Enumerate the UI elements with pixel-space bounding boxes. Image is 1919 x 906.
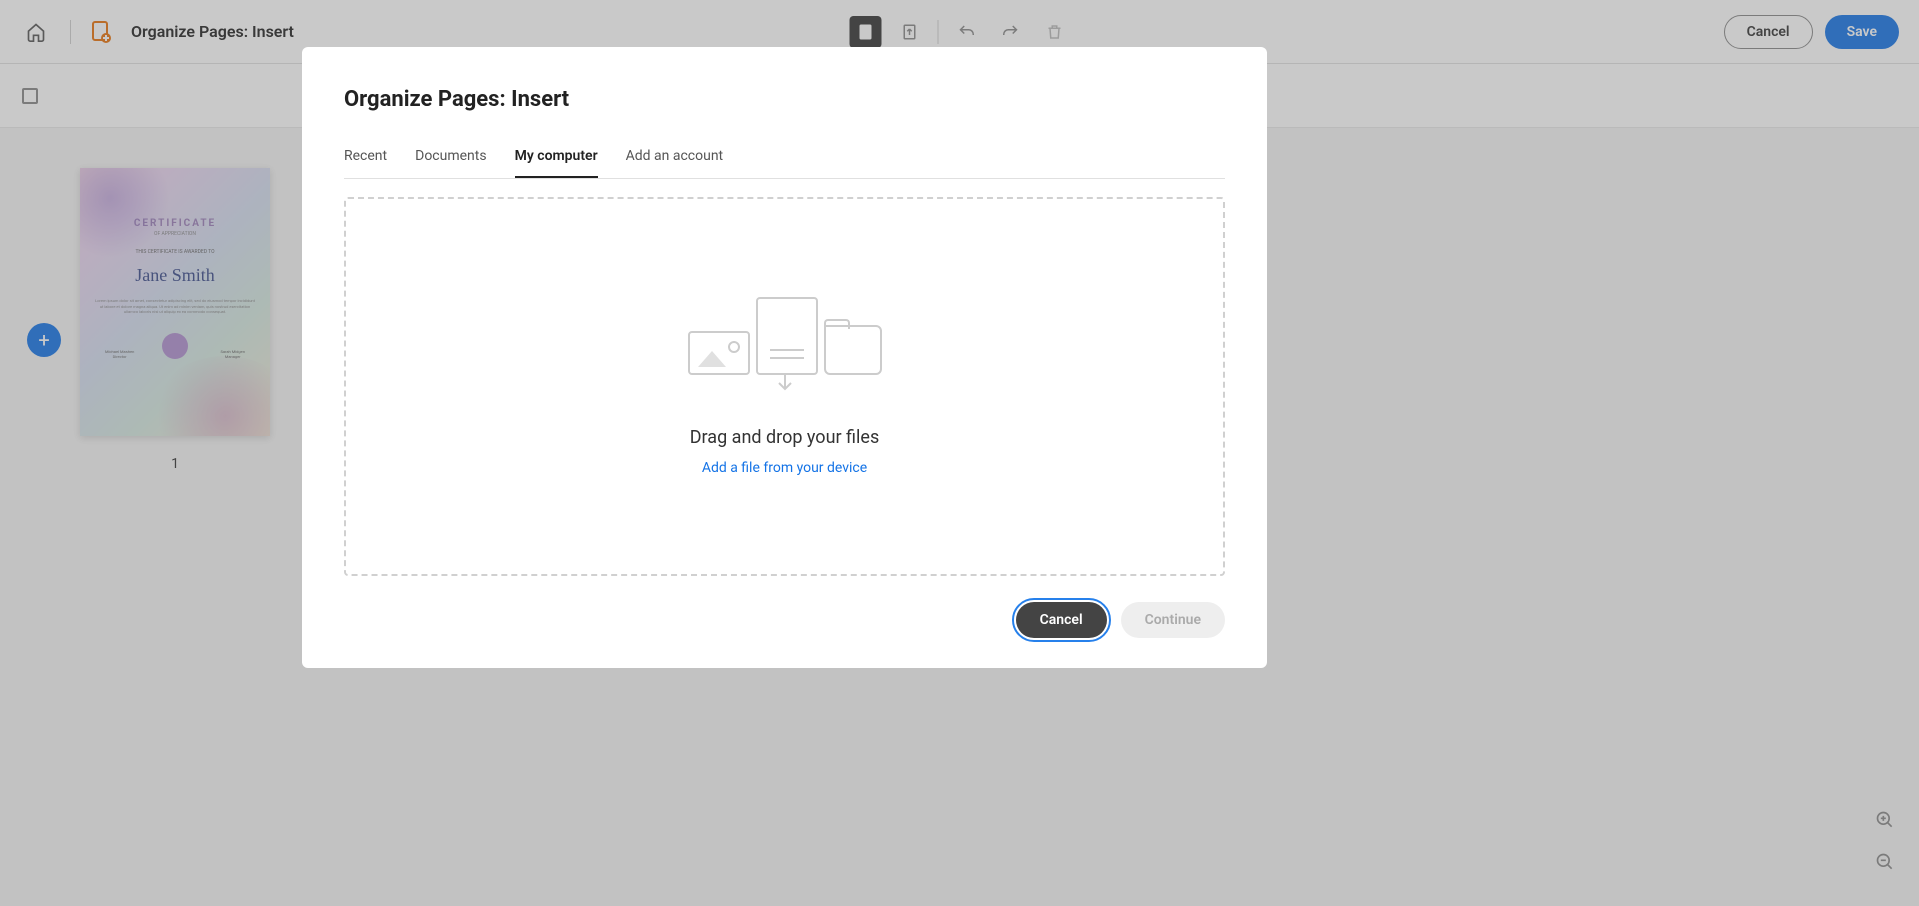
- folder-icon: [824, 325, 882, 375]
- modal-continue-button[interactable]: Continue: [1121, 602, 1225, 638]
- add-file-link[interactable]: Add a file from your device: [702, 460, 867, 476]
- image-icon: [688, 331, 750, 375]
- tab-add-account[interactable]: Add an account: [626, 136, 724, 178]
- insert-modal: Organize Pages: Insert Recent Documents …: [302, 47, 1267, 668]
- dropzone-illustration: [688, 297, 882, 395]
- modal-footer: Cancel Continue: [344, 602, 1225, 638]
- modal-tabs: Recent Documents My computer Add an acco…: [344, 136, 1225, 179]
- dropzone[interactable]: Drag and drop your files Add a file from…: [344, 197, 1225, 576]
- tab-my-computer[interactable]: My computer: [515, 136, 598, 178]
- tab-documents[interactable]: Documents: [415, 136, 486, 178]
- modal-cancel-button[interactable]: Cancel: [1016, 602, 1107, 638]
- document-icon: [756, 297, 818, 375]
- dropzone-title: Drag and drop your files: [690, 427, 880, 448]
- tab-recent[interactable]: Recent: [344, 136, 387, 178]
- modal-title: Organize Pages: Insert: [344, 87, 1225, 112]
